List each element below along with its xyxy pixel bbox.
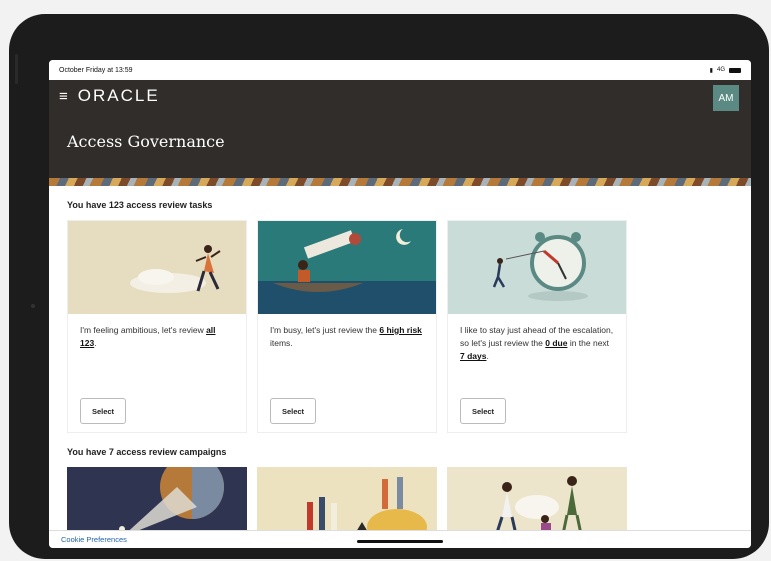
user-avatar[interactable]: AM xyxy=(713,85,739,111)
illustration-clock xyxy=(448,221,626,314)
illustration-telescope xyxy=(258,221,436,314)
decorative-banner xyxy=(49,178,751,186)
select-button-all[interactable]: Select xyxy=(80,398,126,424)
task-card-all: I'm feeling ambitious, let's review all … xyxy=(67,220,247,433)
signal-icon: ▮ xyxy=(709,67,713,74)
page-title: Access Governance xyxy=(67,132,225,151)
oracle-logo[interactable]: ORACLE xyxy=(78,86,160,106)
tablet-frame: October Friday at 13:59 ▮ 4G ≡ ORACLE AM… xyxy=(9,14,769,559)
link-seven-days[interactable]: 7 days xyxy=(460,351,486,361)
app-header: ≡ ORACLE AM Access Governance xyxy=(49,80,751,178)
select-button-due[interactable]: Select xyxy=(460,398,506,424)
battery-icon xyxy=(729,67,741,73)
hamburger-menu-icon[interactable]: ≡ xyxy=(59,88,68,105)
link-high-risk[interactable]: 6 high risk xyxy=(379,325,422,335)
screen: October Friday at 13:59 ▮ 4G ≡ ORACLE AM… xyxy=(49,60,751,548)
select-button-high-risk[interactable]: Select xyxy=(270,398,316,424)
tasks-heading: You have 123 access review tasks xyxy=(67,200,213,210)
network-label: 4G xyxy=(716,67,725,73)
side-button xyxy=(15,54,18,84)
illustration-runner xyxy=(68,221,246,314)
cookie-preferences-link[interactable]: Cookie Preferences xyxy=(61,535,127,544)
status-bar: October Friday at 13:59 ▮ 4G xyxy=(49,60,751,80)
link-due-tasks[interactable]: 0 due xyxy=(545,338,567,348)
task-card-high-risk: I'm busy, let's just review the 6 high r… xyxy=(257,220,437,433)
main-content: You have 123 access review tasks I'm fee… xyxy=(49,186,751,548)
camera-dot xyxy=(31,304,35,308)
campaigns-heading: You have 7 access review campaigns xyxy=(67,447,227,457)
status-datetime: October Friday at 13:59 xyxy=(59,66,133,74)
home-indicator[interactable] xyxy=(357,540,443,543)
task-card-due: I like to stay just ahead of the escalat… xyxy=(447,220,627,433)
task-cards: I'm feeling ambitious, let's review all … xyxy=(67,220,733,433)
footer-bar: Cookie Preferences xyxy=(49,530,751,548)
